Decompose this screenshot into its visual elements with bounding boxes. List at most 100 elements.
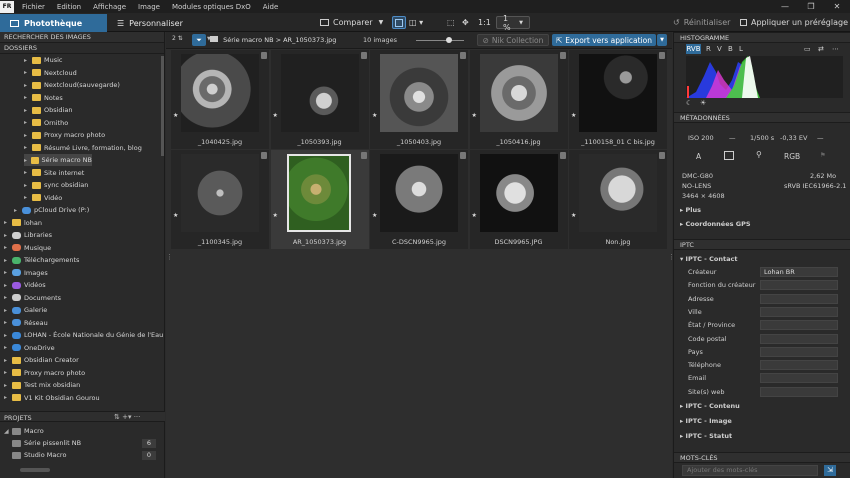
chevron-right-icon[interactable]: ▸ <box>4 344 12 351</box>
menu-affichage[interactable]: Affichage <box>93 3 126 11</box>
thumbnail[interactable]: ★ DSCN9965.JPG <box>469 150 568 249</box>
chevron-right-icon[interactable]: ▸ <box>24 157 31 164</box>
menu-modules-optiques[interactable]: Modules optiques DxO <box>172 3 251 11</box>
search-images-header[interactable]: RECHERCHER DES IMAGES <box>0 32 164 43</box>
folder-item[interactable]: ▸ Nextcloud <box>24 67 77 79</box>
export-dropdown[interactable]: ▼ <box>657 34 667 46</box>
folder-item[interactable]: ▸ Ornitho <box>24 117 68 129</box>
thumbnail-image[interactable] <box>286 154 351 232</box>
chevron-right-icon[interactable]: ▸ <box>24 182 32 189</box>
reset-button[interactable]: ↺ Réinitialiser <box>673 16 730 29</box>
fit-icon[interactable]: ⬚ <box>447 16 455 29</box>
chevron-right-icon[interactable]: ▸ <box>4 319 12 326</box>
folder-item[interactable]: ▸ Test mix obsidian <box>4 379 80 391</box>
star-icon[interactable]: ★ <box>173 112 178 119</box>
filter-icon[interactable]: ⏷ <box>192 34 206 46</box>
thumbnail[interactable]: ★ _1100345.jpg <box>171 150 269 249</box>
star-icon[interactable]: ★ <box>173 212 178 219</box>
chevron-right-icon[interactable]: ▸ <box>24 94 32 101</box>
star-icon[interactable]: ★ <box>372 112 377 119</box>
chevron-right-icon[interactable]: ▸ <box>4 244 12 251</box>
minimize-button[interactable]: — <box>772 0 798 13</box>
nik-collection-button[interactable]: ⊘ Nik Collection <box>477 34 549 46</box>
chevron-right-icon[interactable]: ▸ <box>24 82 32 89</box>
folder-item[interactable]: ▸ Vidéos <box>4 279 46 291</box>
tab-phototheque[interactable]: Photothèque <box>0 14 107 32</box>
iptc-field-input[interactable] <box>760 346 838 357</box>
chevron-right-icon[interactable]: ▸ <box>4 257 12 264</box>
folder-item[interactable]: ▸ Nextcloud(sauvegarde) <box>24 79 120 91</box>
menu-aide[interactable]: Aide <box>263 3 278 11</box>
keyword-add-icon[interactable]: ⇲ <box>824 465 836 476</box>
thumbnail-image[interactable] <box>579 154 657 232</box>
horizontal-scrollbar[interactable] <box>20 468 50 472</box>
folder-item[interactable]: ▸ lohan <box>4 217 42 229</box>
menu-fichier[interactable]: Fichier <box>22 3 45 11</box>
maximize-button[interactable]: ❐ <box>798 0 824 13</box>
star-icon[interactable]: ★ <box>273 212 278 219</box>
histogram-header[interactable]: HISTOGRAMME <box>674 32 850 43</box>
folder-item[interactable]: ▸ OneDrive <box>4 342 55 354</box>
tab-personnaliser[interactable]: ☰ Personnaliser <box>107 14 187 32</box>
chevron-right-icon[interactable]: ▸ <box>4 369 12 376</box>
folder-item[interactable]: ▸ Obsidian Creator <box>4 354 79 366</box>
thumbnail[interactable]: ★ _1040425.jpg <box>171 50 269 149</box>
star-icon[interactable]: ★ <box>372 212 377 219</box>
chevron-right-icon[interactable]: ▸ <box>4 332 12 339</box>
iptc-header[interactable]: IPTC <box>674 239 850 250</box>
chevron-right-icon[interactable]: ▸ <box>24 69 32 76</box>
sun-icon[interactable]: ☀ <box>700 99 706 107</box>
chevron-right-icon[interactable]: ▸ <box>4 357 12 364</box>
export-button[interactable]: ⇱ Export vers application <box>552 34 656 46</box>
star-icon[interactable]: ★ <box>472 212 477 219</box>
iptc-status-expander[interactable]: ▸ IPTC - Statut <box>680 432 732 440</box>
display-icon[interactable]: ▭ <box>804 44 811 54</box>
thumbnail-image[interactable] <box>380 154 458 232</box>
iptc-field-input[interactable]: Lohan BR <box>760 267 838 277</box>
folder-item[interactable]: ▸ pCloud Drive (P:) <box>14 204 89 216</box>
chevron-right-icon[interactable]: ▸ <box>24 107 32 114</box>
iptc-field-input[interactable] <box>760 306 838 317</box>
folder-item[interactable]: ▸ LOHAN - École Nationale du Génie de l'E… <box>4 329 163 341</box>
chevron-right-icon[interactable]: ▸ <box>24 119 32 126</box>
swap-icon[interactable]: ⇄ <box>818 44 824 54</box>
thumbnail[interactable]: ★ Non.jpg <box>569 150 667 249</box>
folder-item[interactable]: ▸ Téléchargements <box>4 254 79 266</box>
hist-tab-r[interactable]: R <box>706 44 711 54</box>
thumbnail-image[interactable] <box>380 54 458 132</box>
folder-item[interactable]: ▸ Série macro NB <box>24 154 92 166</box>
ratio-button[interactable]: 1:1 <box>478 16 491 29</box>
chevron-right-icon[interactable]: ▸ <box>4 219 12 226</box>
iptc-field-input[interactable] <box>760 320 838 331</box>
thumbnail[interactable]: ★ C-DSCN9965.jpg <box>370 150 468 249</box>
project-item-studio-macro[interactable]: Studio Macro 0 <box>12 449 156 461</box>
thumbnail[interactable]: ★ _1050403.jpg <box>370 50 468 149</box>
chevron-right-icon[interactable]: ▸ <box>4 394 12 401</box>
pan-icon[interactable]: ✥ <box>462 16 469 29</box>
chevron-right-icon[interactable]: ▸ <box>4 307 12 314</box>
folder-item[interactable]: ▸ Music <box>24 54 63 66</box>
folder-item[interactable]: ▸ sync obsidian <box>24 179 88 191</box>
iptc-field-input[interactable] <box>760 333 838 344</box>
folder-item[interactable]: ▸ Réseau <box>4 317 48 329</box>
single-view-button[interactable] <box>392 16 406 29</box>
folder-item[interactable]: ▸ Documents <box>4 292 61 304</box>
thumbnail[interactable]: ★ AR_1050373.jpg <box>270 150 369 249</box>
compare-button[interactable]: Comparer ▼ <box>320 16 383 29</box>
thumbnail-image[interactable] <box>479 154 558 232</box>
right-panel-toggle[interactable]: ⋮ <box>668 253 675 261</box>
thumbnail-image[interactable] <box>479 54 558 132</box>
chevron-right-icon[interactable]: ▸ <box>4 294 12 301</box>
chevron-right-icon[interactable]: ▸ <box>4 282 12 289</box>
folder-item[interactable]: ▸ V1 Kit Obsidian Gourou <box>4 392 100 404</box>
slider-handle[interactable] <box>446 37 452 43</box>
folder-item[interactable]: ▸ Proxy macro photo <box>4 367 85 379</box>
project-actions-icon[interactable]: ⇅ +▾ ··· <box>114 413 140 421</box>
project-item-serie-pissenlit[interactable]: Série pissenlit NB 6 <box>12 437 156 449</box>
folder-item[interactable]: ▸ Libraries <box>4 229 52 241</box>
iptc-field-input[interactable] <box>760 293 838 304</box>
zoom-select[interactable]: 1 % ▼ <box>496 14 530 32</box>
thumbnail-image[interactable] <box>280 54 359 132</box>
chevron-right-icon[interactable]: ▸ <box>24 144 32 151</box>
star-icon[interactable]: ★ <box>571 212 576 219</box>
